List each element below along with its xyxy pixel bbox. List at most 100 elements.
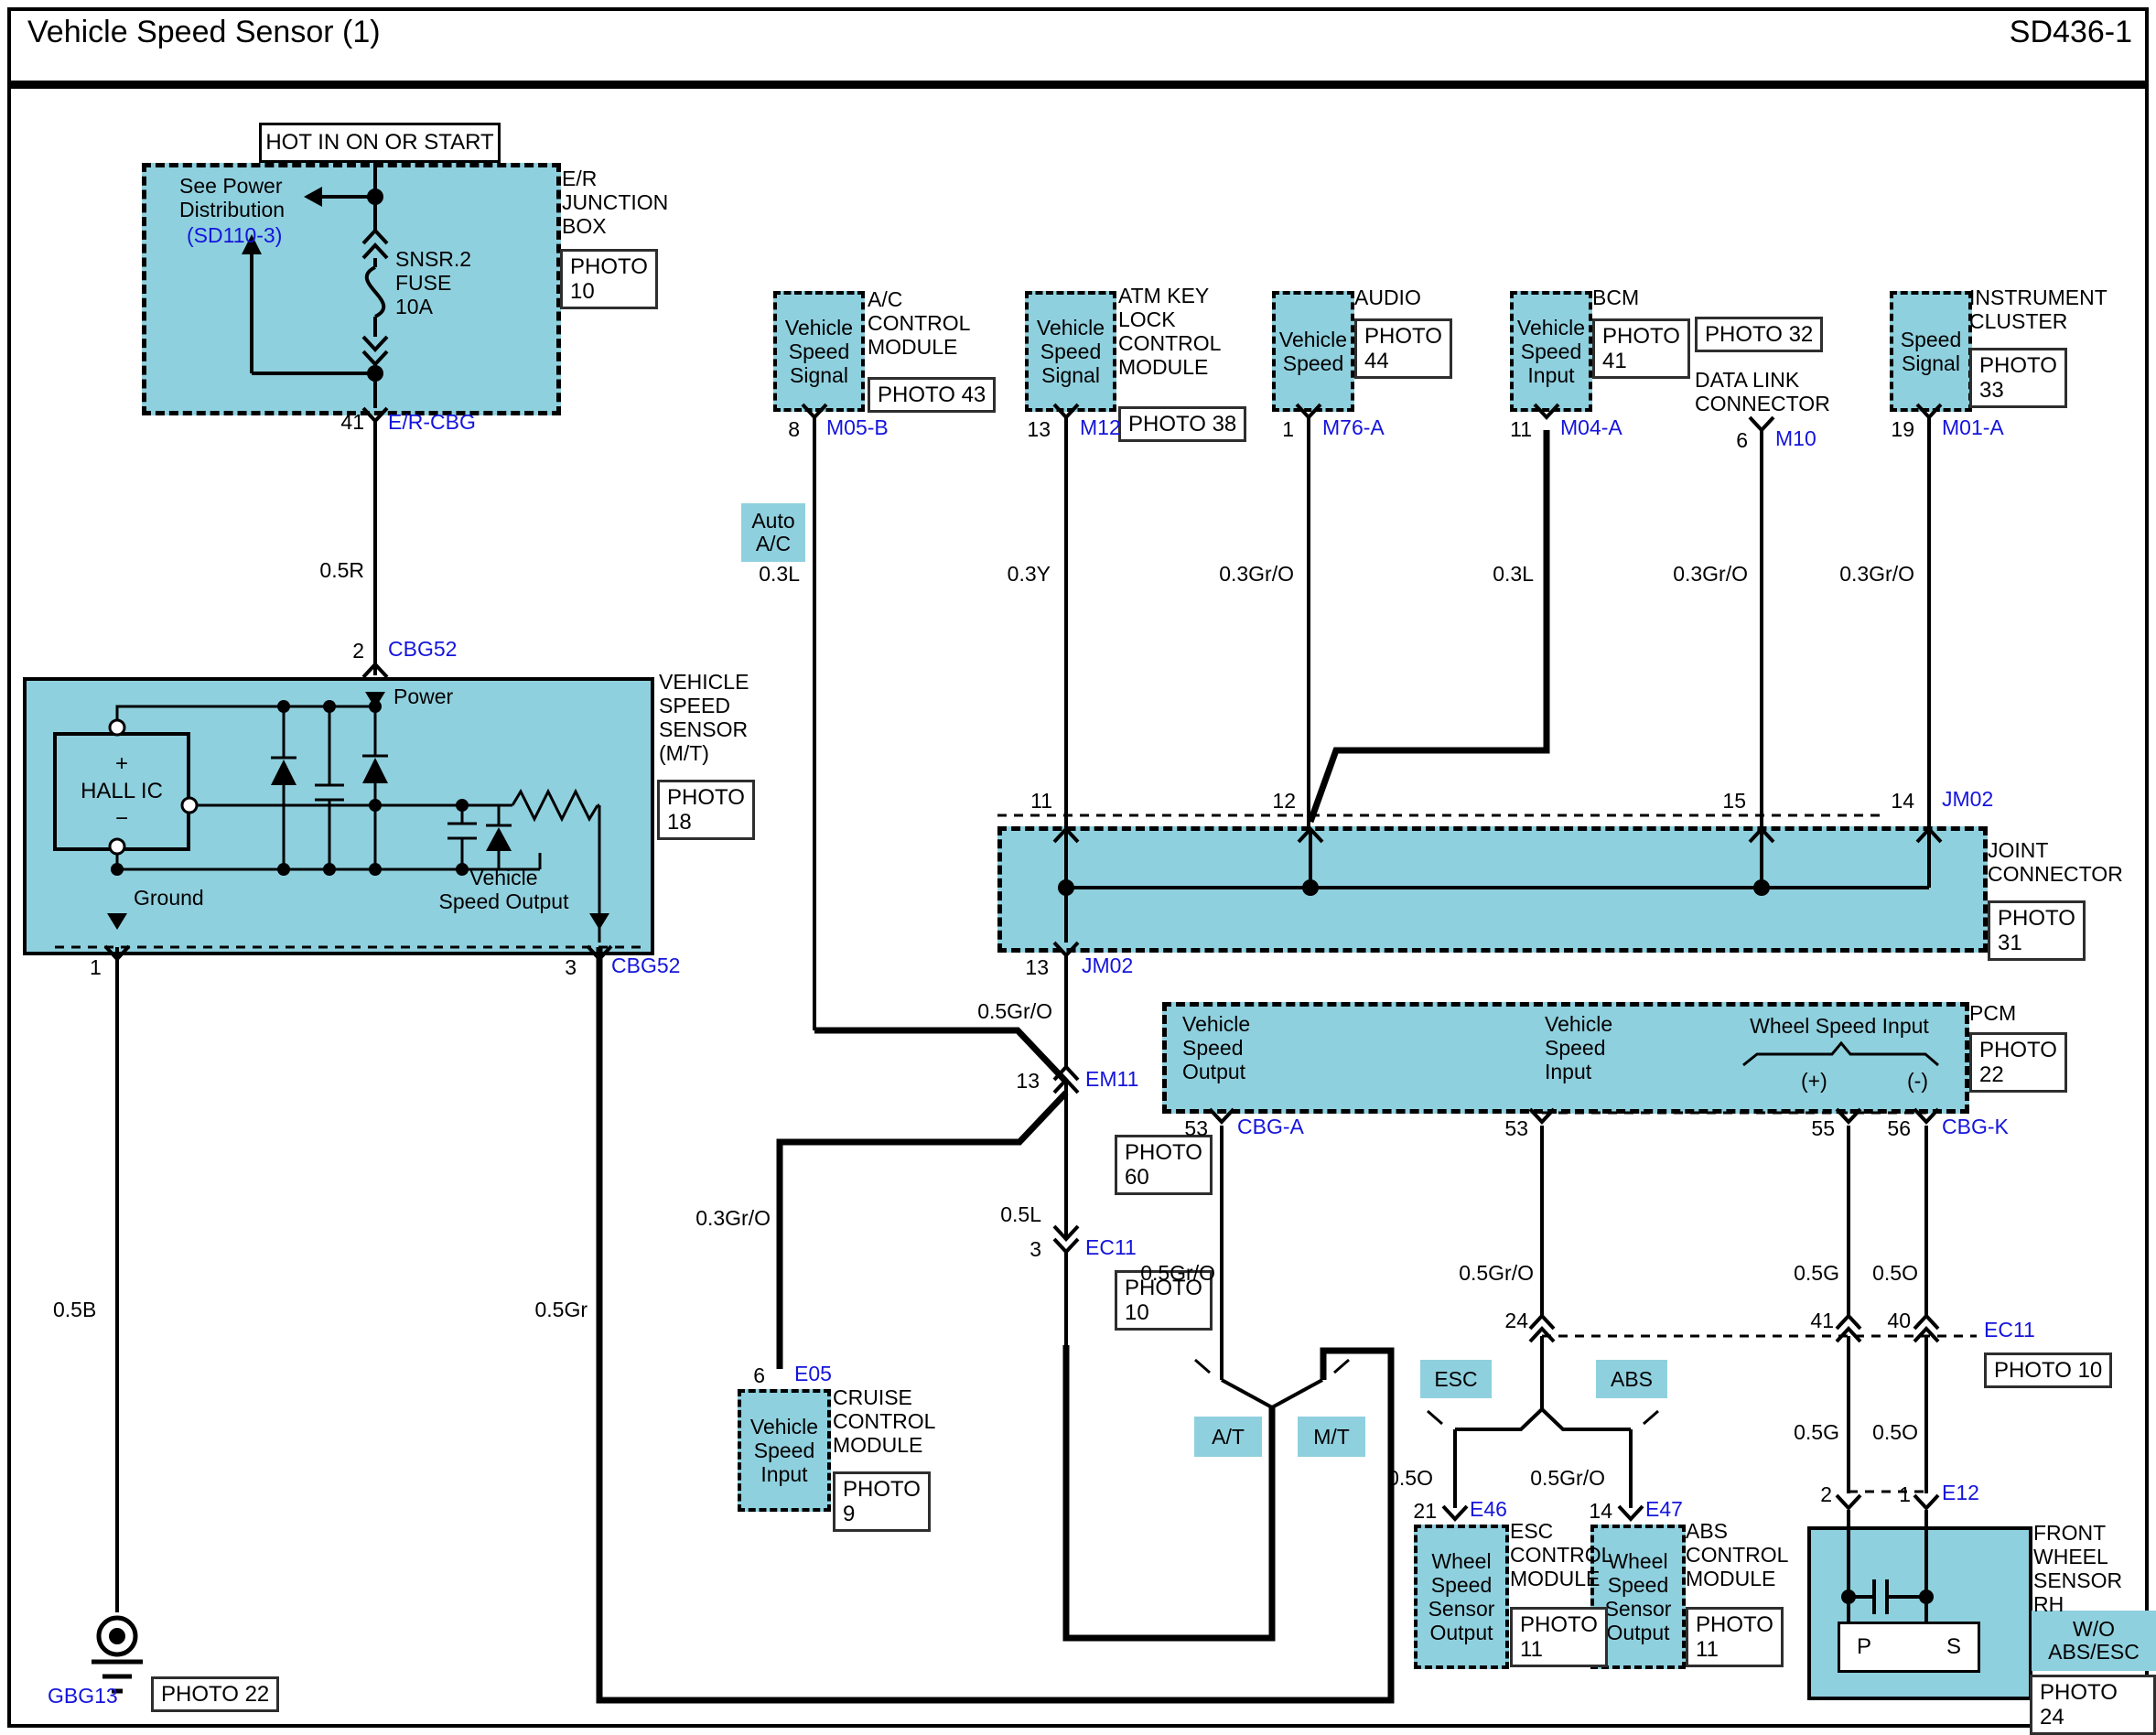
vss-output-label: Vehicle Speed Output bbox=[428, 866, 579, 913]
bcm-conn: M04-A bbox=[1560, 415, 1622, 439]
ac-photo-box: PHOTO 43 bbox=[868, 377, 996, 413]
abs-name: ABS CONTROL MODULE bbox=[1686, 1519, 1788, 1590]
pcm-conn-cbga: CBG-A bbox=[1237, 1115, 1304, 1138]
e12-pin-1: 1 bbox=[1883, 1482, 1911, 1506]
cbg52-bottom: CBG52 bbox=[611, 954, 680, 977]
atm-conn: M12 bbox=[1080, 415, 1121, 439]
wire-56b: 0.5O bbox=[1858, 1420, 1918, 1444]
doc-code: SD436-1 bbox=[1940, 20, 2132, 44]
vss-pin-3: 3 bbox=[549, 955, 577, 979]
ec11b-pin-24: 24 bbox=[1490, 1309, 1528, 1332]
ec11b-conn: EC11 bbox=[1984, 1318, 2035, 1342]
atm-module-name: ATM KEY LOCK CONTROL MODULE bbox=[1118, 284, 1221, 379]
pcm-wheel-label: Wheel Speed Input bbox=[1730, 1014, 1949, 1038]
audio-name: AUDIO bbox=[1354, 286, 1421, 309]
ec11-pin: 3 bbox=[1014, 1237, 1041, 1261]
pcm-in-label: Vehicle Speed Input bbox=[1545, 1012, 1612, 1083]
cluster-conn: M01-A bbox=[1942, 415, 2004, 439]
er-cbg-conn: E/R-CBG bbox=[388, 410, 476, 434]
wire-05gr: 0.5Gr bbox=[512, 1298, 588, 1321]
pcm-minus: (-) bbox=[1907, 1069, 1928, 1093]
pcm-pin-53o: 53 bbox=[1171, 1116, 1208, 1140]
abs-pin: 14 bbox=[1574, 1499, 1612, 1523]
hall-ic-box: + HALL IC − bbox=[53, 732, 190, 851]
fws-photo-box: PHOTO 24 bbox=[2030, 1675, 2156, 1735]
dlc-conn: M10 bbox=[1775, 426, 1816, 450]
ec11b-photo-box: PHOTO 10 bbox=[1984, 1352, 2112, 1388]
jc-conn-jm02: JM02 bbox=[1942, 787, 1993, 811]
abs-tag: ABS bbox=[1596, 1360, 1667, 1398]
cruise-conn: E05 bbox=[794, 1362, 832, 1385]
gbg13-conn: GBG13 bbox=[48, 1684, 118, 1708]
page-title: Vehicle Speed Sensor (1) bbox=[27, 20, 381, 44]
jm02-wire: 0.5Gr/O bbox=[963, 999, 1052, 1023]
ec11-conn: EC11 bbox=[1085, 1235, 1137, 1259]
wire-05b: 0.5B bbox=[53, 1298, 96, 1321]
bcm-wire: 0.3L bbox=[1473, 562, 1534, 586]
wire-05r: 0.5R bbox=[302, 558, 364, 582]
bcm-name: BCM bbox=[1592, 286, 1639, 309]
wire-53i: 0.5Gr/O bbox=[1444, 1261, 1534, 1285]
ac-pin: 8 bbox=[767, 417, 800, 441]
cluster-pin: 19 bbox=[1876, 417, 1914, 441]
atm-wire: 0.3Y bbox=[990, 562, 1051, 586]
vss-name: VEHICLE SPEED SENSOR (M/T) bbox=[659, 670, 749, 765]
cluster-name: INSTRUMENT CLUSTER bbox=[1969, 286, 2107, 333]
wire-abs: 0.5Gr/O bbox=[1515, 1466, 1605, 1490]
s-terminal: S bbox=[1946, 1634, 1961, 1660]
jc-photo-box: PHOTO 31 bbox=[1988, 900, 2086, 961]
ac-wire: 0.3L bbox=[739, 562, 800, 586]
em11-photo-box: PHOTO 60 bbox=[1115, 1135, 1213, 1195]
audio-pin-box: Vehicle Speed bbox=[1272, 291, 1354, 412]
hot-in-on-label: HOT IN ON OR START bbox=[259, 123, 501, 163]
vss-pin-2: 2 bbox=[329, 639, 364, 663]
jc-pin-14: 14 bbox=[1876, 789, 1914, 813]
pcm-photo-box: PHOTO 22 bbox=[1969, 1032, 2067, 1093]
dlc-name: DATA LINK CONNECTOR bbox=[1695, 368, 1830, 415]
vss-ground-label: Ground bbox=[134, 886, 204, 910]
cruise-pin: 6 bbox=[738, 1363, 765, 1387]
esc-pin: 21 bbox=[1398, 1499, 1437, 1523]
wire-55: 0.5G bbox=[1779, 1261, 1839, 1285]
pcm-pin-53i: 53 bbox=[1492, 1116, 1528, 1140]
hall-plus: + bbox=[115, 750, 128, 778]
audio-wire: 0.3Gr/O bbox=[1204, 562, 1294, 586]
jc-pin-15: 15 bbox=[1708, 789, 1746, 813]
atm-photo-box: PHOTO 38 bbox=[1118, 406, 1246, 442]
cruise-name: CRUISE CONTROL MODULE bbox=[833, 1385, 935, 1457]
dlc-photo-box: PHOTO 32 bbox=[1695, 317, 1823, 352]
vss-power-label: Power bbox=[393, 684, 453, 708]
cruise-wire: 0.3Gr/O bbox=[681, 1206, 771, 1230]
wire-53o: 0.5Gr/O bbox=[1126, 1261, 1215, 1285]
header-divider bbox=[7, 81, 2149, 89]
bcm-pin: 11 bbox=[1493, 417, 1532, 441]
em11-pin: 13 bbox=[1001, 1069, 1040, 1093]
wo-abs-esc-tag: W/O ABS/ESC bbox=[2032, 1611, 2156, 1671]
vss-pin-1: 1 bbox=[90, 955, 102, 979]
jc-name: JOINT CONNECTOR bbox=[1988, 838, 2123, 886]
ground-photo-box: PHOTO 22 bbox=[151, 1676, 279, 1712]
cruise-pin-box: Vehicle Speed Input bbox=[738, 1389, 831, 1512]
auto-ac-tag: Auto A/C bbox=[741, 503, 805, 562]
fws-name: FRONT WHEEL SENSOR RH bbox=[2033, 1521, 2156, 1616]
wire-55b: 0.5G bbox=[1779, 1420, 1839, 1444]
e12-conn: E12 bbox=[1942, 1481, 1979, 1504]
pcm-conn-cbgk: CBG-K bbox=[1942, 1115, 2009, 1138]
pcm-pin-55: 55 bbox=[1798, 1116, 1835, 1140]
e12-pin-2: 2 bbox=[1805, 1482, 1832, 1506]
vss-photo-box: PHOTO 18 bbox=[657, 780, 755, 840]
bcm-pin-box: Vehicle Speed Input bbox=[1510, 291, 1592, 412]
front-wheel-sensor-box bbox=[1807, 1526, 2032, 1700]
esc-tag: ESC bbox=[1420, 1360, 1492, 1398]
at-tag: A/T bbox=[1194, 1417, 1262, 1457]
er-photo-box: PHOTO 10 bbox=[560, 249, 658, 309]
audio-photo-box: PHOTO 44 bbox=[1354, 318, 1452, 379]
er-junction-label: E/R JUNCTION BOX bbox=[562, 167, 668, 238]
audio-conn: M76-A bbox=[1322, 415, 1385, 439]
pcm-name: PCM bbox=[1969, 1001, 2016, 1025]
bcm-photo-box: PHOTO 41 bbox=[1592, 318, 1690, 379]
dlc-pin: 6 bbox=[1720, 428, 1748, 452]
wire-56: 0.5O bbox=[1858, 1261, 1918, 1285]
ac-conn: M05-B bbox=[826, 415, 889, 439]
dlc-wire: 0.3Gr/O bbox=[1658, 562, 1748, 586]
